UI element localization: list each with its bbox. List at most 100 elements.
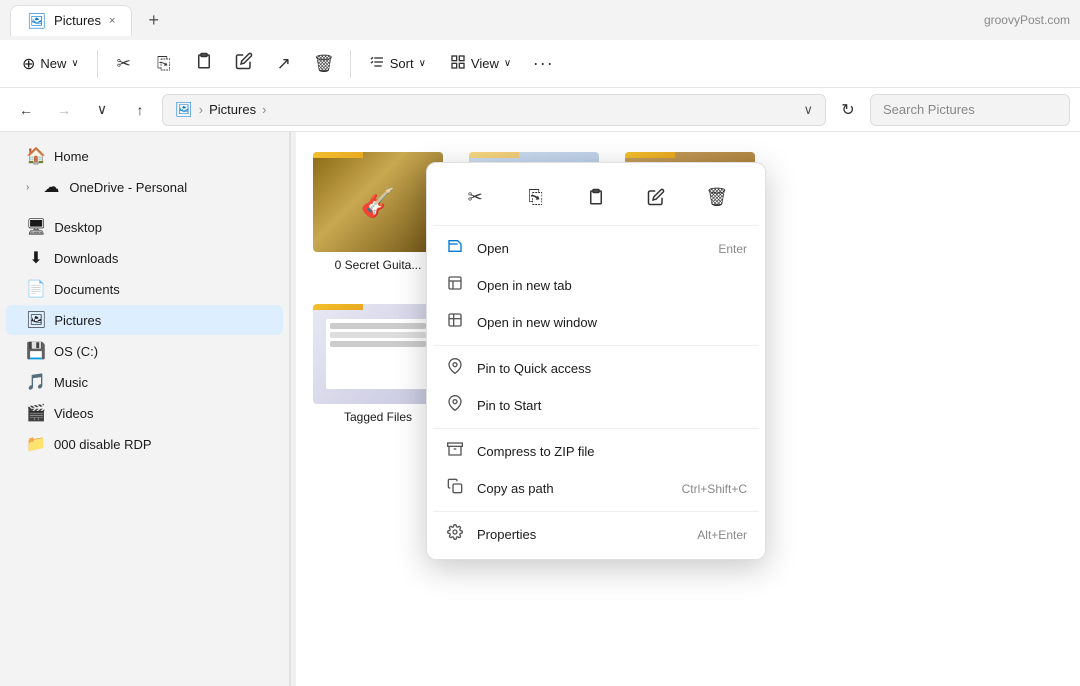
folder-base-tagged: [313, 304, 443, 404]
ctx-properties-item[interactable]: Properties Alt+Enter: [433, 516, 759, 553]
ctx-pin-start-label: Pin to Start: [477, 398, 747, 413]
sidebar-item-pictures[interactable]: 🖼 Pictures 📌: [6, 305, 283, 335]
recent-locations-button[interactable]: ∨: [86, 94, 118, 126]
ctx-copy-path-item[interactable]: Copy as path Ctrl+Shift+C: [433, 470, 759, 507]
ctx-copy-path-shortcut: Ctrl+Shift+C: [682, 482, 747, 496]
guitar-img: 🎸: [313, 152, 443, 252]
paste-button[interactable]: [186, 46, 222, 82]
pictures-sidebar-icon: 🖼: [26, 310, 46, 330]
ctx-copy-button[interactable]: ⎘: [516, 177, 556, 217]
sort-icon: [369, 54, 385, 73]
ctx-compress-item[interactable]: Compress to ZIP file: [433, 433, 759, 470]
main-layout: 🏠 Home › ☁ OneDrive - Personal 🖥 Desktop…: [0, 132, 1080, 686]
videos-icon: 🎬: [26, 403, 46, 423]
address-separator-1: ›: [199, 102, 203, 117]
sidebar-item-music-label: Music: [54, 375, 245, 390]
watermark: groovyPost.com: [984, 13, 1070, 27]
copy-button[interactable]: ⎘: [146, 46, 182, 82]
sidebar-item-000rdp-label: 000 disable RDP: [54, 437, 267, 452]
desktop-icon: 🖥: [26, 217, 46, 237]
sidebar-item-000rdp[interactable]: 📁 000 disable RDP: [6, 429, 283, 459]
pictures-tab-icon: 🖼: [27, 12, 46, 30]
ctx-delete-button[interactable]: 🗑: [697, 177, 737, 217]
view-button[interactable]: View ∨: [440, 49, 521, 78]
ctx-copy-path-label: Copy as path: [477, 481, 670, 496]
cut-button[interactable]: ✂: [106, 46, 142, 82]
ctx-open-shortcut: Enter: [718, 242, 747, 256]
new-dropdown-icon: ∨: [71, 58, 78, 69]
ctx-paste-button[interactable]: [576, 177, 616, 217]
sidebar-item-music[interactable]: 🎵 Music 📌: [6, 367, 283, 397]
music-icon: 🎵: [26, 372, 46, 392]
new-tab-button[interactable]: +: [142, 10, 165, 31]
refresh-button[interactable]: ↻: [832, 94, 864, 126]
osc-icon: 💾: [26, 341, 46, 361]
documents-icon: 📄: [26, 279, 46, 299]
sidebar-item-osc[interactable]: 💾 OS (C:) 📌: [6, 336, 283, 366]
sidebar-item-documents-label: Documents: [54, 282, 245, 297]
sidebar-item-pictures-label: Pictures: [54, 313, 245, 328]
sort-label: Sort: [390, 56, 414, 71]
more-options-button[interactable]: ···: [525, 46, 561, 82]
address-bar-row: ← → ∨ ↑ 🖼 › Pictures › ∨ ↻ Search Pictur…: [0, 88, 1080, 132]
sidebar-item-home[interactable]: 🏠 Home: [6, 141, 283, 171]
sidebar-item-osc-label: OS (C:): [54, 344, 245, 359]
share-button[interactable]: ↗: [266, 46, 302, 82]
sidebar-item-home-label: Home: [54, 149, 267, 164]
folder-label-secret-guitar: 0 Secret Guita...: [335, 258, 422, 272]
ctx-rename-button[interactable]: [636, 177, 676, 217]
ctx-pin-start-item[interactable]: Pin to Start: [433, 387, 759, 424]
address-separator-2: ›: [262, 102, 266, 117]
share-icon: ↗: [277, 54, 291, 74]
content-area: 🎸 0 Secret Guita... Icons: [296, 132, 1080, 686]
ctx-open-tab-icon: [445, 275, 465, 296]
search-placeholder: Search Pictures: [883, 102, 975, 117]
ctx-open-item[interactable]: Open Enter: [433, 230, 759, 267]
folder-thumb-tagged: [313, 304, 443, 404]
new-button[interactable]: ⊕ New ∨: [12, 49, 89, 79]
search-box[interactable]: Search Pictures: [870, 94, 1070, 126]
sidebar-item-desktop-label: Desktop: [54, 220, 245, 235]
context-menu-icon-row: ✂ ⎘ 🗑: [433, 169, 759, 226]
view-icon: [450, 54, 466, 73]
ctx-pin-quick-item[interactable]: Pin to Quick access: [433, 350, 759, 387]
back-button[interactable]: ←: [10, 94, 42, 126]
ctx-pin-start-icon: [445, 395, 465, 416]
sidebar-item-desktop[interactable]: 🖥 Desktop 📌: [6, 212, 283, 242]
ctx-open-window-icon: [445, 312, 465, 333]
tab-close-button[interactable]: ×: [109, 15, 115, 27]
sidebar-item-downloads-label: Downloads: [54, 251, 245, 266]
breadcrumb-pictures: Pictures: [209, 102, 256, 117]
sort-button[interactable]: Sort ∨: [359, 49, 436, 78]
address-dropdown-icon[interactable]: ∨: [803, 102, 813, 118]
tagged-img: [313, 304, 443, 404]
folder-base-secret-guitar: 🎸: [313, 152, 443, 252]
sidebar-item-downloads[interactable]: ⬇ Downloads 📌: [6, 243, 283, 273]
sidebar-item-onedrive[interactable]: › ☁ OneDrive - Personal: [6, 172, 283, 202]
up-button[interactable]: ↑: [124, 94, 156, 126]
title-bar: 🖼 Pictures × + groovyPost.com: [0, 0, 1080, 40]
address-box[interactable]: 🖼 › Pictures › ∨: [162, 94, 826, 126]
delete-button[interactable]: 🗑: [306, 46, 342, 82]
active-tab[interactable]: 🖼 Pictures ×: [10, 5, 132, 36]
ctx-open-icon: [445, 238, 465, 259]
ctx-sep-2: [433, 428, 759, 429]
paste-icon: [195, 52, 213, 75]
ctx-open-new-window-item[interactable]: Open in new window: [433, 304, 759, 341]
toolbar-separator-1: [97, 50, 98, 78]
rename-icon: [235, 52, 253, 75]
sidebar-item-documents[interactable]: 📄 Documents 📌: [6, 274, 283, 304]
ctx-cut-button[interactable]: ✂: [455, 177, 495, 217]
sort-dropdown-icon: ∨: [419, 58, 426, 69]
rename-button[interactable]: [226, 46, 262, 82]
toolbar-separator-2: [350, 50, 351, 78]
downloads-icon: ⬇: [26, 248, 46, 268]
ctx-compress-label: Compress to ZIP file: [477, 444, 747, 459]
sidebar-item-videos[interactable]: 🎬 Videos 📌: [6, 398, 283, 428]
ctx-open-new-window-label: Open in new window: [477, 315, 747, 330]
forward-button[interactable]: →: [48, 94, 80, 126]
ctx-open-new-tab-item[interactable]: Open in new tab: [433, 267, 759, 304]
folder-label-tagged: Tagged Files: [344, 410, 412, 424]
ctx-pin-quick-icon: [445, 358, 465, 379]
copy-icon: ⎘: [157, 54, 171, 74]
